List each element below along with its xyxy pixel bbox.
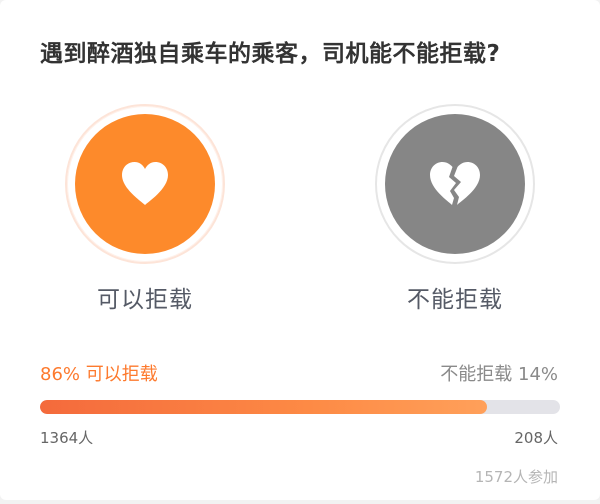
result-right-label: 不能拒载 14% (440, 364, 558, 385)
poll-card: 遇到醉酒独自乘车的乘客，司机能不能拒载? 可以拒载 不能拒载 86% 可以拒载 … (0, 0, 600, 500)
result-progress-bar (40, 400, 560, 414)
option-label[interactable]: 不能拒载 (370, 280, 540, 314)
broken-heart-icon (428, 160, 482, 208)
option-ring (65, 104, 225, 264)
option-circle[interactable] (385, 114, 525, 254)
participant-count: 1572人参加 (474, 468, 558, 486)
heart-icon (120, 161, 170, 207)
option-cannot-refuse[interactable]: 不能拒载 (370, 104, 540, 314)
result-left-count: 1364人 (40, 429, 94, 447)
option-can-refuse[interactable]: 可以拒载 (60, 104, 230, 314)
option-circle[interactable] (75, 114, 215, 254)
poll-question: 遇到醉酒独自乘车的乘客，司机能不能拒载? (40, 41, 501, 67)
result-progress-fill (40, 400, 488, 414)
option-ring (375, 104, 535, 264)
result-left-label: 86% 可以拒载 (40, 364, 158, 385)
result-right-count: 208人 (514, 429, 558, 447)
option-label[interactable]: 可以拒载 (60, 280, 230, 314)
